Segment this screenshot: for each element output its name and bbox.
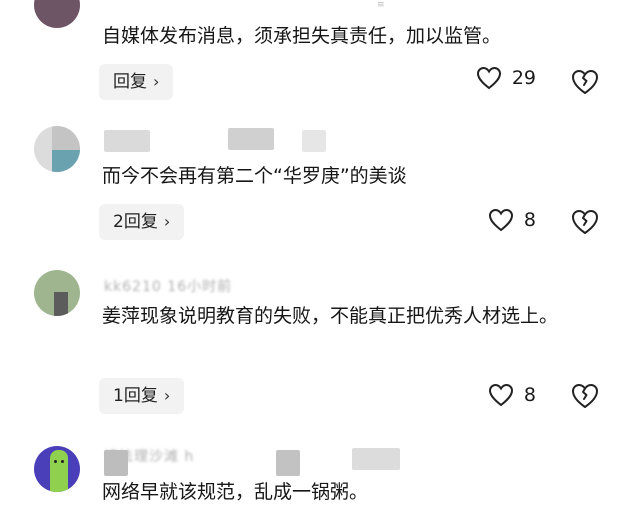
username-redacted [276,450,300,476]
username-redacted [228,128,274,150]
broken-heart-icon[interactable] [570,207,600,237]
username-redacted [302,130,326,152]
avatar[interactable] [34,0,80,28]
broken-heart-icon[interactable] [570,67,600,97]
like-button[interactable]: 8 [488,208,536,232]
reply-button[interactable]: 2回复 › [99,204,185,240]
username-redacted [104,450,128,476]
username-redacted [352,448,400,470]
chevron-right-icon: › [163,212,171,231]
heart-outline-icon [488,208,513,232]
reply-label: 2回复 [113,212,158,232]
reply-button[interactable]: 回复 › [99,64,174,100]
chevron-right-icon: › [153,72,160,91]
like-count: 8 [523,209,536,231]
comment-text: 而今不会再有第二个“华罗庚”的美谈 [102,165,407,187]
heart-outline-icon [488,383,513,407]
broken-heart-icon[interactable] [570,381,600,411]
like-count: 29 [511,67,536,89]
avatar[interactable] [34,446,80,492]
comment-text: 网络早就该规范，乱成一锅粥。 [102,481,369,503]
comment-text: 姜萍现象说明教育的失败，不能真正把优秀人材选上。 [102,305,559,327]
like-button[interactable]: 8 [488,383,536,407]
heart-outline-icon [476,66,501,90]
like-count: 8 [523,384,536,406]
avatar[interactable] [34,270,80,316]
comment-text: 自媒体发布消息，须承担失真责任，加以监管。 [102,25,502,47]
avatar[interactable] [34,126,80,172]
comment-meta: kk6210 16小时前 [104,279,233,295]
reply-label: 1回复 [113,386,158,406]
reply-button[interactable]: 1回复 › [99,378,185,414]
like-button[interactable]: 29 [476,66,536,90]
reply-label: 回复 [113,72,147,92]
top-edge-mark: ≡ [377,0,385,10]
chevron-right-icon: › [163,386,171,405]
username-redacted [104,130,150,152]
